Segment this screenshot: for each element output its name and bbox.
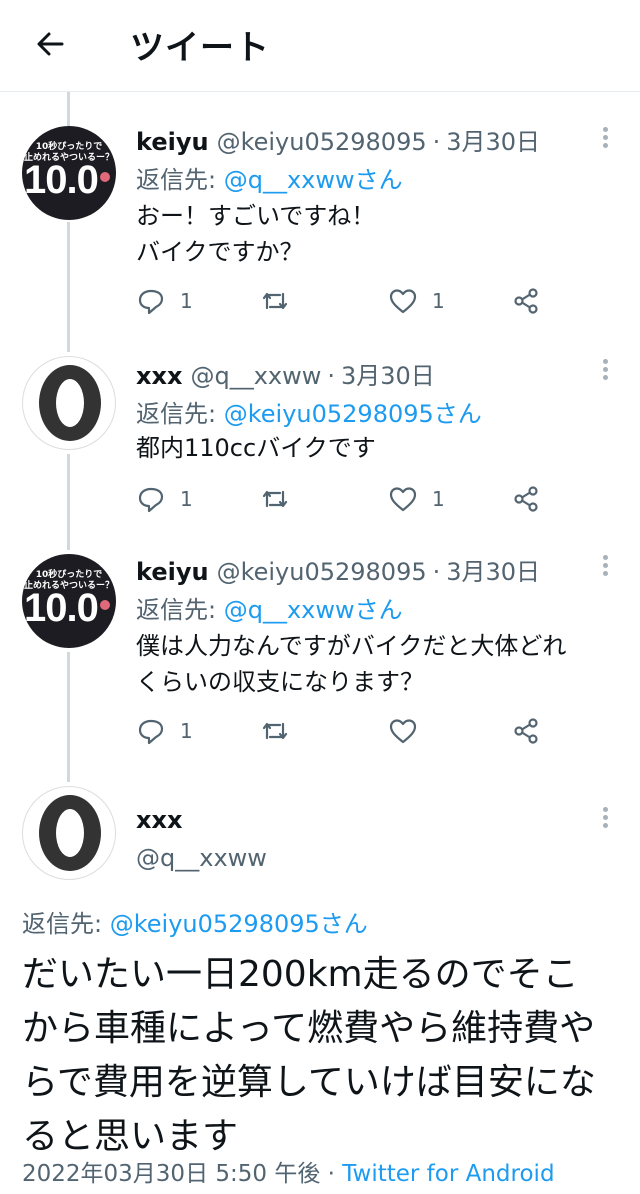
tweet-actions: 1 (136, 716, 556, 746)
more-options-button[interactable] (596, 124, 614, 154)
reply-count: 1 (180, 487, 193, 511)
display-name[interactable]: keiyu (136, 558, 209, 586)
more-options-button[interactable] (596, 804, 614, 834)
user-handle[interactable]: @q__xxww (190, 362, 321, 390)
reply-button[interactable]: 1 (136, 286, 193, 316)
share-icon (514, 288, 538, 314)
tweet-text: 僕は人力なんですがバイクだと大体どれ くらいの収支になります？ (136, 632, 567, 696)
client-link[interactable]: Twitter for Android (342, 1161, 554, 1187)
avatar[interactable]: 10秒ぴったりで 止めれるやついるー？ 10.0 (22, 126, 116, 220)
tweet-date[interactable]: 3月30日 (446, 128, 540, 156)
retweet-button[interactable] (260, 286, 290, 316)
back-arrow-icon (37, 32, 64, 56)
replying-to: 返信先: @q__xxwwさん (136, 596, 403, 624)
more-options-button[interactable] (596, 356, 614, 386)
reply-icon (138, 487, 164, 513)
replying-to: 返信先: @keiyu05298095さん (22, 910, 368, 938)
like-icon (389, 487, 417, 512)
like-icon (389, 719, 417, 744)
back-button[interactable] (28, 22, 72, 66)
tweet-date[interactable]: 3月30日 (446, 558, 540, 586)
avatar[interactable] (22, 356, 116, 450)
mention-link[interactable]: @q__xxwwさん (224, 166, 403, 194)
replying-to: 返信先: @keiyu05298095さん (136, 400, 482, 428)
like-count: 1 (432, 487, 445, 511)
tweet-meta: keiyu @keiyu05298095 · 3月30日 (136, 558, 541, 586)
like-icon (389, 289, 417, 314)
retweet-button[interactable] (260, 484, 290, 514)
user-handle[interactable]: @keiyu05298095 (217, 128, 427, 156)
reply-button[interactable]: 1 (136, 716, 193, 746)
like-count: 1 (432, 289, 445, 313)
more-options-button[interactable] (596, 552, 614, 582)
mention-link[interactable]: @q__xxwwさん (224, 596, 403, 624)
avatar-number: 10.0 (24, 158, 99, 202)
reply-icon (138, 719, 164, 745)
share-button[interactable] (512, 286, 542, 316)
thread-line (67, 92, 70, 126)
retweet-icon (262, 490, 288, 508)
tweet-datetime[interactable]: 2022年03月30日 5:50 午後 (22, 1161, 320, 1187)
tweet-meta: xxx @q__xxww · 3月30日 (136, 362, 435, 390)
share-icon (514, 486, 538, 512)
page-title: ツイート (130, 28, 270, 68)
user-handle[interactable]: @q__xxww (136, 844, 267, 872)
like-button[interactable] (388, 716, 418, 746)
thread-line (67, 652, 70, 782)
tweet-meta: keiyu @keiyu05298095 · 3月30日 (136, 128, 541, 156)
tweet-actions: 1 1 (136, 484, 556, 514)
user-handle[interactable]: @keiyu05298095 (217, 558, 427, 586)
avatar[interactable] (22, 786, 116, 880)
tweet-actions: 1 1 (136, 286, 556, 316)
like-button[interactable]: 1 (388, 484, 445, 514)
reply-count: 1 (180, 289, 193, 313)
display-name[interactable]: xxx (136, 806, 182, 834)
mention-link[interactable]: @keiyu05298095さん (224, 400, 482, 428)
tweet-timestamp: 2022年03月30日 5:50 午後 · Twitter for Androi… (22, 1161, 555, 1187)
share-button[interactable] (512, 716, 542, 746)
mention-link[interactable]: @keiyu05298095さん (110, 910, 368, 938)
thread-line (67, 454, 70, 550)
reply-icon (138, 289, 164, 315)
replying-to: 返信先: @q__xxwwさん (136, 166, 403, 194)
reply-count: 1 (180, 719, 193, 743)
avatar[interactable]: 10秒ぴったりで 止めれるやついるー？ 10.0 (22, 554, 116, 648)
top-bar: ツイート (0, 0, 640, 92)
tweet-text: だいたい一日200km走るのでそこ から車種によって燃費やら維持費や らで費用を… (22, 954, 596, 1157)
display-name[interactable]: keiyu (136, 128, 209, 156)
retweet-icon (262, 292, 288, 310)
share-button[interactable] (512, 484, 542, 514)
share-icon (514, 718, 538, 744)
retweet-button[interactable] (260, 716, 290, 746)
tweet-text: 都内110ccバイクです (136, 434, 376, 462)
display-name[interactable]: xxx (136, 362, 182, 390)
avatar-number: 10.0 (24, 586, 99, 630)
tweet-date[interactable]: 3月30日 (341, 362, 435, 390)
thread-line (67, 222, 70, 352)
retweet-icon (262, 722, 288, 740)
reply-button[interactable]: 1 (136, 484, 193, 514)
like-button[interactable]: 1 (388, 286, 445, 316)
tweet-text: おー！すごいですね！ バイクですか？ (136, 202, 376, 266)
